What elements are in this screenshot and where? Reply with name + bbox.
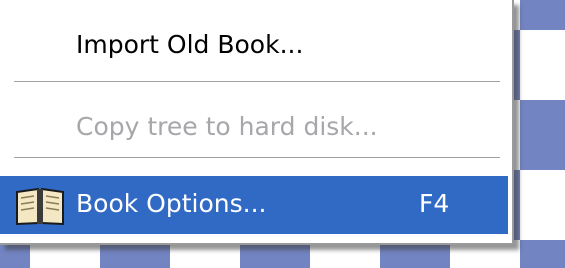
menu-item-label: Book Options... (76, 189, 267, 218)
menu-item-label: Import Old Book... (76, 30, 304, 59)
menu-item-label: Copy tree to hard disk... (76, 112, 378, 141)
menu-item-book-options[interactable]: Book Options... F4 (0, 176, 508, 234)
menu-item-copy-tree[interactable]: Copy tree to hard disk... (0, 112, 508, 146)
shortcut-label: F4 (419, 189, 450, 218)
menu-separator (14, 81, 500, 83)
context-menu: Import Old Book... Copy tree to hard dis… (0, 0, 514, 245)
menu-item-import-old-book[interactable]: Import Old Book... (0, 30, 508, 64)
menu-separator (14, 157, 500, 159)
book-icon (13, 186, 67, 226)
